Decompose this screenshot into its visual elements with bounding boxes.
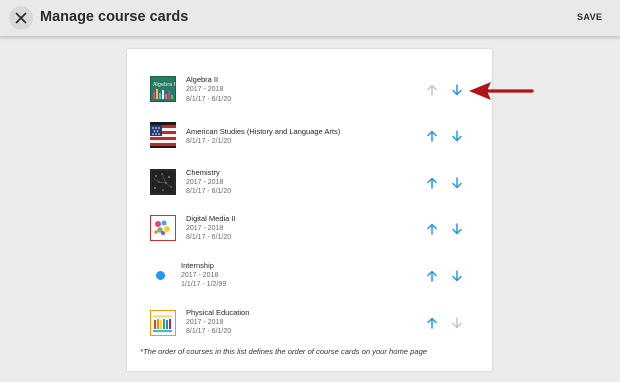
- flag-thumbnail: [150, 122, 176, 148]
- course-dates: 1/1/17 - 1/2/99: [181, 281, 227, 288]
- course-list-card: Algebra II Algebra II 2017 - 2018 8/1/17…: [127, 49, 492, 371]
- course-term: 2017 - 2018: [181, 271, 219, 279]
- course-term: 2017 - 2018: [186, 318, 224, 326]
- arrow-down-icon: [452, 177, 462, 189]
- arrow-down-icon: [452, 84, 462, 96]
- course-term: 2017 - 2018: [186, 178, 224, 186]
- red-arrow-icon: [469, 82, 534, 100]
- algebra-thumbnail: Algebra II: [150, 76, 176, 102]
- move-down-button[interactable]: [450, 316, 464, 330]
- arrow-down-icon: [452, 270, 462, 282]
- arrow-down-icon: [452, 130, 462, 142]
- move-up-button[interactable]: [425, 316, 439, 330]
- move-down-button[interactable]: [450, 269, 464, 283]
- move-down-button[interactable]: [450, 176, 464, 190]
- arrow-up-icon: [427, 84, 437, 96]
- move-down-button[interactable]: [450, 222, 464, 236]
- arrow-up-icon: [427, 223, 437, 235]
- close-icon: [15, 12, 27, 24]
- course-name: Physical Education: [186, 308, 250, 317]
- arrow-down-icon: [452, 223, 462, 235]
- top-app-bar: Manage course cards SAVE: [0, 0, 620, 37]
- pe-thumbnail: [150, 310, 176, 336]
- move-down-button[interactable]: [450, 129, 464, 143]
- move-up-button[interactable]: [425, 176, 439, 190]
- save-button[interactable]: SAVE: [577, 12, 602, 22]
- media-thumbnail: [150, 215, 176, 241]
- course-name: Algebra II: [186, 75, 219, 84]
- course-dates: 8/1/17 - 6/1/20: [186, 234, 232, 241]
- course-term: 2017 - 2018: [186, 86, 224, 93]
- course-color-dot: [156, 271, 165, 280]
- course-name: Chemistry: [186, 168, 220, 177]
- close-button[interactable]: [9, 6, 33, 30]
- course-dates: 8/1/17 - 2/1/20: [186, 137, 232, 145]
- course-dates: 8/1/17 - 6/1/20: [186, 95, 232, 103]
- course-dates: 8/1/17 - 6/1/20: [186, 328, 232, 335]
- svg-text:Algebra II: Algebra II: [153, 82, 176, 88]
- arrow-up-icon: [427, 270, 437, 282]
- move-down-button[interactable]: [450, 83, 464, 97]
- order-footnote: *The order of courses in this list defin…: [140, 347, 428, 356]
- arrow-down-icon: [452, 317, 462, 329]
- arrow-up-icon: [427, 130, 437, 142]
- move-up-button[interactable]: [425, 129, 439, 143]
- move-up-button[interactable]: [425, 222, 439, 236]
- arrow-up-icon: [427, 177, 437, 189]
- course-name: Internship: [181, 261, 214, 270]
- arrow-up-icon: [427, 317, 437, 329]
- course-term: 2017 - 2018: [186, 224, 224, 232]
- course-name: Digital Media II: [186, 214, 236, 223]
- course-dates: 8/1/17 - 6/1/20: [186, 188, 232, 195]
- page-title: Manage course cards: [40, 9, 189, 25]
- chalkboard-thumbnail: [150, 169, 176, 195]
- course-name: American Studies (History and Language A…: [186, 127, 341, 136]
- move-up-button[interactable]: [425, 269, 439, 283]
- move-up-button[interactable]: [425, 83, 439, 97]
